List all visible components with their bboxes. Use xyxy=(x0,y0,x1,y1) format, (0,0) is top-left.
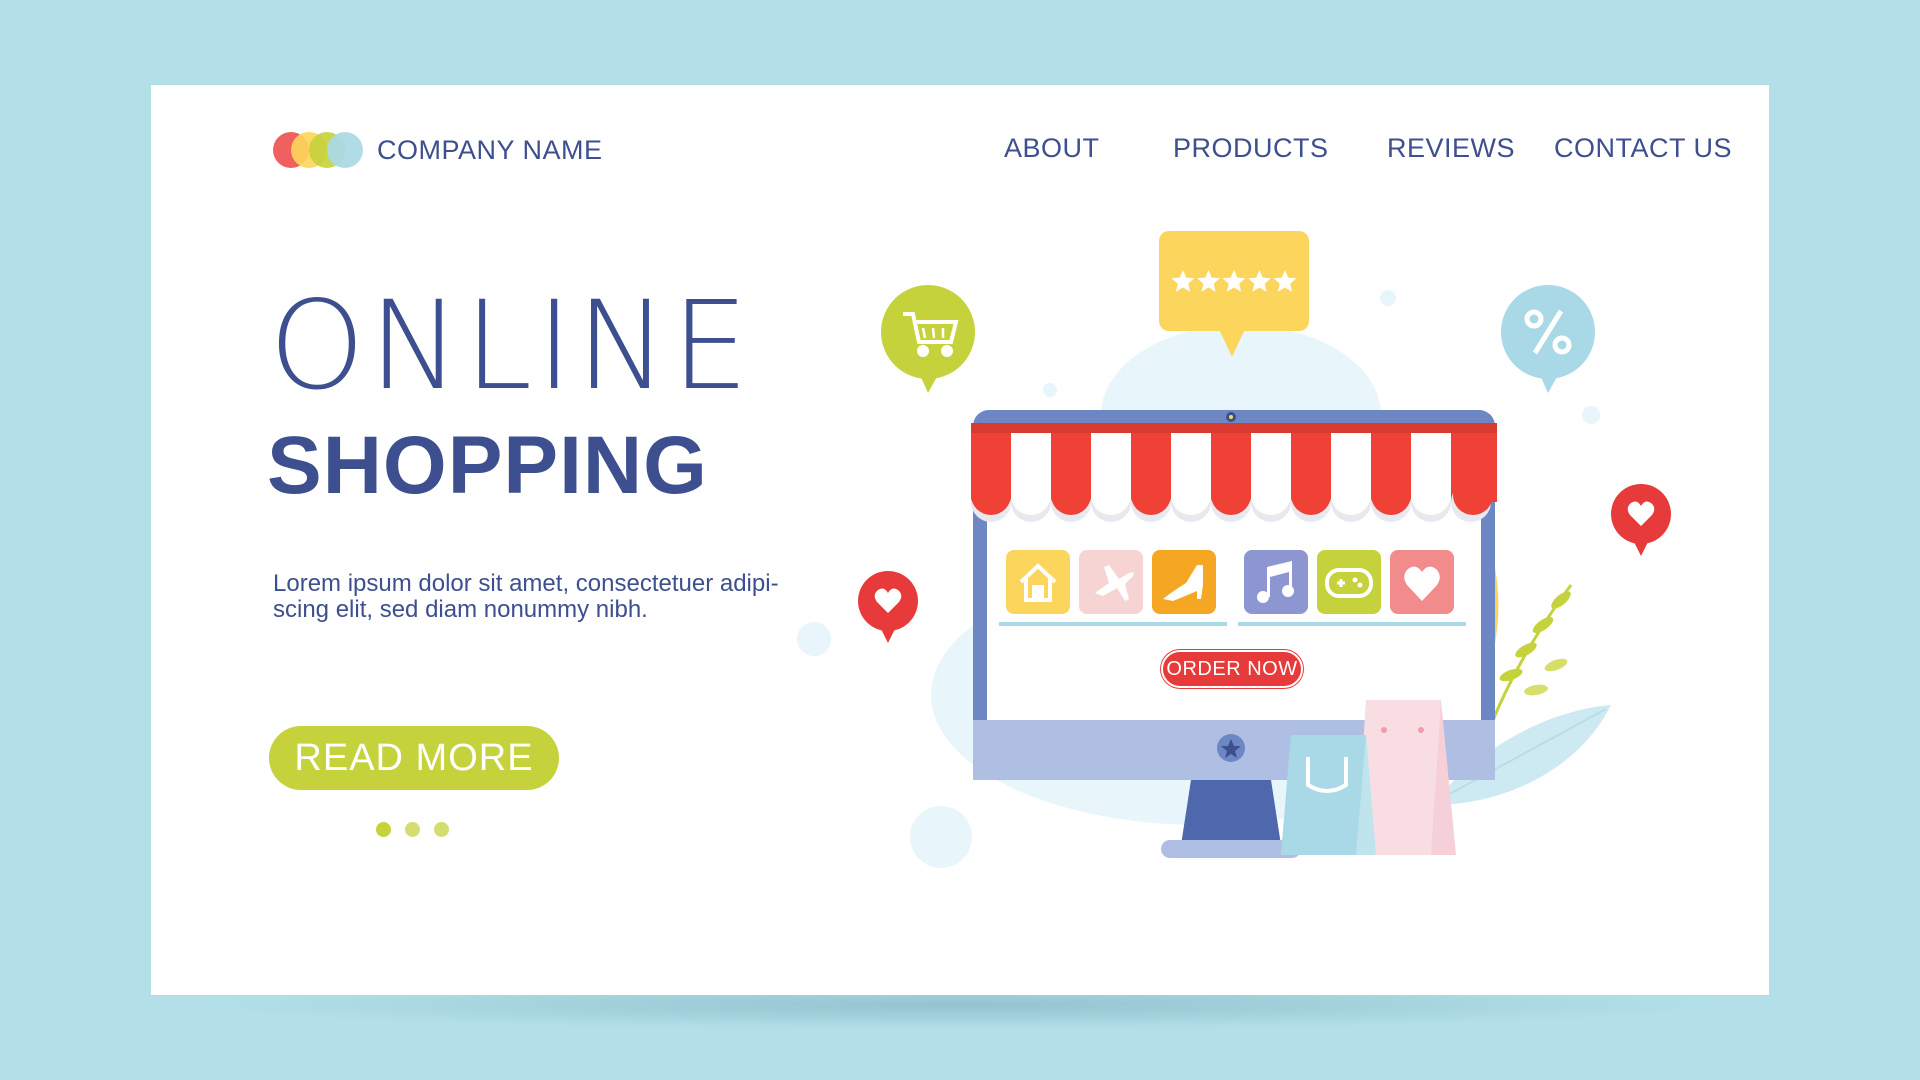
order-now-button[interactable]: ORDER NOW xyxy=(1161,650,1303,688)
percent-badge-icon xyxy=(1501,285,1595,393)
product-tile xyxy=(1006,550,1070,614)
bg-bubble xyxy=(1582,406,1600,424)
bg-bubble xyxy=(910,806,972,868)
product-tile xyxy=(1244,550,1308,614)
product-tile xyxy=(1317,550,1381,614)
product-tile xyxy=(1390,550,1454,614)
bg-bubble xyxy=(797,622,831,656)
awning-icon xyxy=(971,423,1497,522)
online-shop-illustration xyxy=(797,231,1671,868)
heart-badge-icon xyxy=(1611,484,1671,556)
landing-page: COMPANY NAME ABOUT PRODUCTS REVIEWS CONT… xyxy=(151,85,1769,995)
product-tile xyxy=(1079,550,1143,614)
shelf-line xyxy=(1238,622,1466,626)
bg-bubble xyxy=(1043,383,1057,397)
heart-badge-icon xyxy=(858,571,918,643)
product-tile xyxy=(1152,550,1216,614)
bg-bubble xyxy=(1380,290,1396,306)
shopping-bag-icon xyxy=(1281,735,1376,855)
cart-badge-icon xyxy=(881,285,975,393)
shelf-line xyxy=(999,622,1227,626)
